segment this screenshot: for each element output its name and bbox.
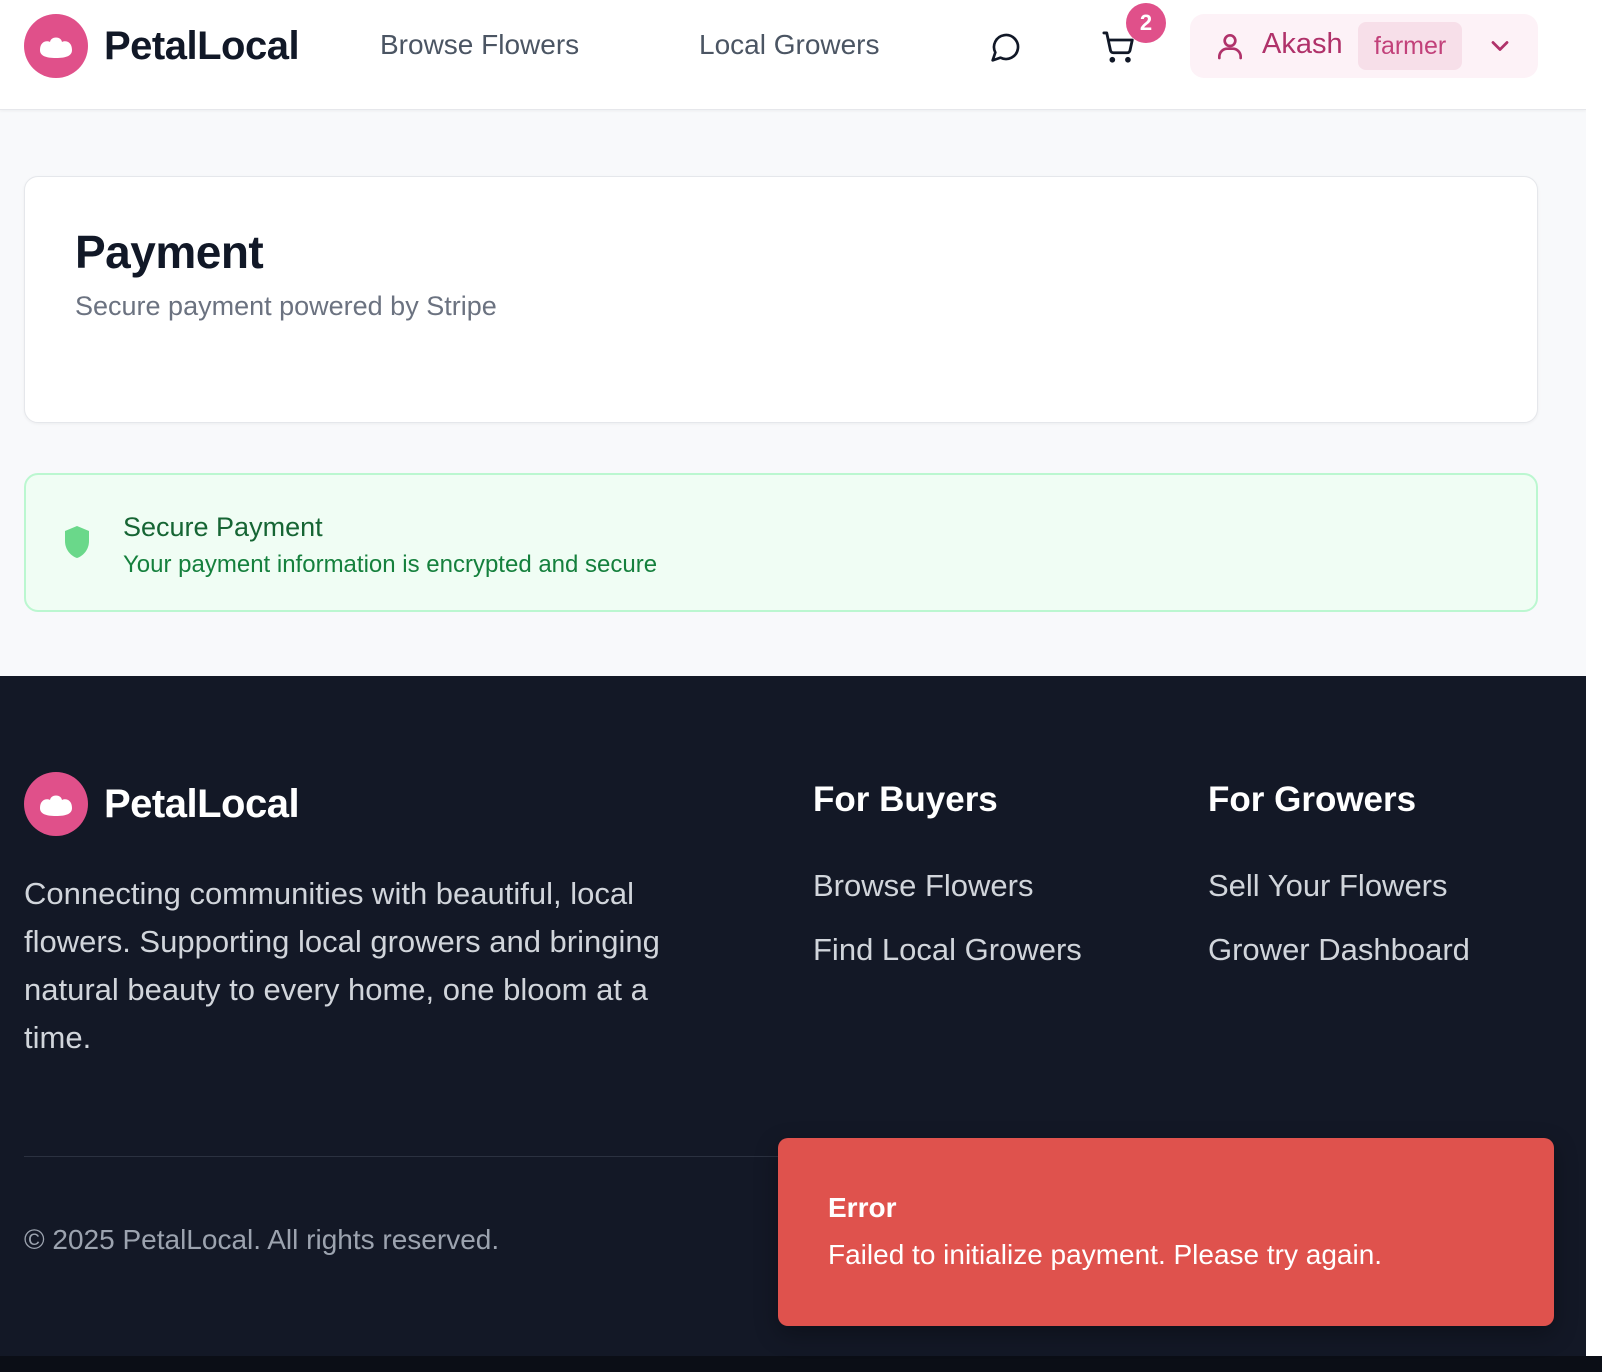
footer-link-find-growers[interactable]: Find Local Growers — [813, 932, 1082, 968]
window-edge-bottom — [0, 1356, 1602, 1372]
copyright-text: © 2025 PetalLocal. All rights reserved. — [24, 1224, 500, 1255]
secure-payment-title: Secure Payment — [123, 512, 323, 542]
flower-logo-icon — [24, 772, 88, 836]
toast-title: Error — [828, 1192, 897, 1223]
footer-description: Connecting communities with beautiful, l… — [24, 876, 660, 1055]
page-title: Payment — [75, 226, 264, 278]
page: PetalLocal Browse Flowers Local Growers … — [0, 0, 1602, 1372]
user-menu-button[interactable]: Akash farmer — [1190, 14, 1538, 78]
toast-message: Failed to initialize payment. Please try… — [828, 1239, 1383, 1270]
brand-name: PetalLocal — [104, 23, 300, 68]
messages-button[interactable] — [982, 23, 1030, 71]
message-circle-icon — [991, 33, 1020, 62]
footer-brand-name: PetalLocal — [104, 781, 300, 826]
flower-logo-icon — [24, 14, 88, 78]
footer-link-grower-dashboard[interactable]: Grower Dashboard — [1208, 932, 1470, 968]
footer-heading-growers: For Growers — [1208, 780, 1417, 819]
footer-logo[interactable]: PetalLocal — [24, 772, 300, 836]
shield-icon — [65, 526, 89, 558]
header-logo[interactable]: PetalLocal — [24, 14, 300, 78]
window-edge-right — [1586, 0, 1602, 1356]
payment-card: Payment Secure payment powered by Stripe — [24, 176, 1538, 423]
error-toast[interactable]: Error Failed to initialize payment. Plea… — [778, 1138, 1554, 1326]
nav-local-growers[interactable]: Local Growers — [699, 29, 880, 61]
user-icon — [1218, 34, 1242, 60]
cart-count-badge: 2 — [1126, 3, 1166, 43]
footer-heading-buyers: For Buyers — [813, 780, 998, 819]
secure-payment-text: Your payment information is encrypted an… — [123, 551, 658, 578]
nav-browse-flowers[interactable]: Browse Flowers — [380, 29, 579, 61]
user-role-badge: farmer — [1358, 22, 1463, 70]
user-name: Akash — [1262, 28, 1343, 60]
footer-link-sell-flowers[interactable]: Sell Your Flowers — [1208, 868, 1448, 904]
chevron-down-icon — [1491, 41, 1509, 51]
page-subtitle: Secure payment powered by Stripe — [75, 291, 497, 321]
footer-link-browse-flowers[interactable]: Browse Flowers — [813, 868, 1034, 904]
secure-payment-notice: Secure Payment Your payment information … — [24, 473, 1538, 612]
top-header: PetalLocal Browse Flowers Local Growers … — [0, 0, 1586, 110]
